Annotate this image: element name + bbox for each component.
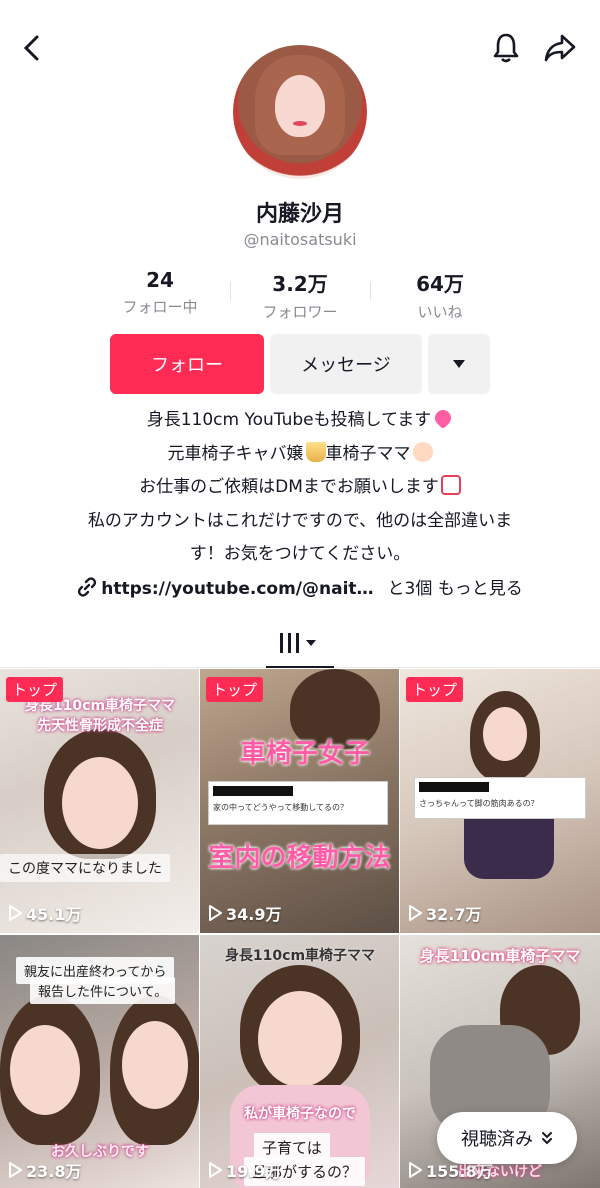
video-thumbnail[interactable]: 身長110cm車椅子ママ 先天性骨形成不全症 この度ママになりました トップ 4… [0,669,199,933]
video-thumbnail[interactable]: 車椅子女子 家の中ってどうやって移動してるの？ 室内の移動方法 トップ 34.9… [200,669,399,933]
play-icon [209,1162,222,1178]
video-overlay-caption: 室内の移動方法 [208,843,391,873]
watched-label: 視聴済み [461,1129,533,1150]
profile-bio: 身長110cm YouTubeも投稿してます 元車椅子キャバ嬢 車椅子ママ お仕事… [40,404,560,572]
bio-line-4: 私のアカウントはこれだけですので、他のは全部違いま [87,510,513,531]
bio-line-2: 元車椅子キャバ嬢 車椅子ママ [40,438,560,472]
view-count: 19.9万 [208,1158,281,1182]
stat-likes-label: いいね [417,303,463,321]
message-button[interactable]: メッセージ [270,334,422,394]
caret-down-icon [453,360,465,368]
share-icon[interactable] [538,26,582,70]
profile-link-row[interactable]: https://youtube.com/@nait… と3個 もっと見る [0,574,600,599]
play-icon [9,1162,22,1178]
suggested-accounts-button[interactable] [428,334,490,394]
bio-line-1: 身長110cm YouTubeも投稿してます [40,404,560,438]
comment-card: 家の中ってどうやって移動してるの？ [208,781,388,825]
stat-likes: 64万 いいね [370,268,510,321]
video-overlay-caption: 私が車椅子なので [244,1106,356,1122]
watched-button[interactable]: 視聴済み [437,1112,577,1164]
view-count: 34.9万 [208,901,281,925]
back-icon[interactable] [10,26,54,70]
content-tab-bar [0,620,600,668]
video-thumbnail[interactable]: さっちゃんって脚の筋肉あるの？ トップ 32.7万 [400,669,600,933]
more-links-button[interactable]: と3個 もっと見る [388,579,523,599]
video-overlay-title: 身長110cm車椅子ママ [224,948,376,964]
bio-line-3: お仕事のご依頼はDMまでお願いします [40,471,560,505]
stat-followers[interactable]: 3.2万 フォロワー [230,268,370,321]
champagne-emoji-icon [305,441,326,462]
videos-grid-icon [280,633,316,653]
stats-row: 24 フォロー中 3.2万 フォロワー 64万 いいね [90,268,510,321]
play-icon [409,1162,422,1178]
stat-likes-count: 64万 [416,272,464,296]
video-thumbnail[interactable]: 親友に出産終わってから 報告した件について。 お久しぶりです 23.8万 [0,935,199,1188]
top-badge: トップ [406,677,464,702]
view-count: 32.7万 [408,901,481,925]
play-icon [209,905,222,921]
video-overlay-title: 身長110cm車椅子ママ [419,947,581,965]
double-chevron-down-icon [542,1132,552,1145]
stat-followers-count: 3.2万 [272,272,328,296]
stat-following-count: 24 [146,268,174,292]
video-overlay-caption: この度ママになりました [0,854,170,882]
profile-link-url[interactable]: https://youtube.com/@nait… [101,579,373,599]
comment-card: さっちゃんって脚の筋肉あるの？ [414,777,586,819]
video-grid: 身長110cm車椅子ママ 先天性骨形成不全症 この度ママになりました トップ 4… [0,669,600,1188]
tab-videos[interactable] [266,620,334,668]
view-count: 23.8万 [8,1158,81,1182]
view-count: 45.1万 [8,901,81,925]
video-overlay-title: 車椅子女子 [239,739,370,769]
play-icon [409,905,422,921]
top-badge: トップ [206,677,264,702]
profile-name: 内藤沙月 [255,202,344,227]
play-icon [9,905,22,921]
stat-following-label: フォロー中 [122,298,198,316]
profile-handle: @naitosatsuki [243,230,357,249]
link-icon [78,577,97,597]
video-overlay-subtitle: 報告した件について。 [30,977,176,1004]
bio-line-5: す！お気をつけてください。 [189,544,411,564]
follow-button[interactable]: フォロー [110,334,264,394]
stat-following[interactable]: 24 フォロー中 [90,268,230,318]
avatar[interactable] [233,45,367,179]
top-badge: トップ [6,677,64,702]
envelope-emoji-icon [440,475,461,495]
heart-emoji-icon [431,406,455,430]
bell-icon[interactable] [484,26,528,70]
stat-followers-label: フォロワー [262,303,338,321]
baby-emoji-icon [412,441,433,462]
video-thumbnail[interactable]: 身長110cm車椅子ママ 私が車椅子なので 子育ては 旦那がするの？ 19.9万 [200,935,399,1188]
video-overlay-subtitle: 先天性骨形成不全症 [37,718,163,734]
